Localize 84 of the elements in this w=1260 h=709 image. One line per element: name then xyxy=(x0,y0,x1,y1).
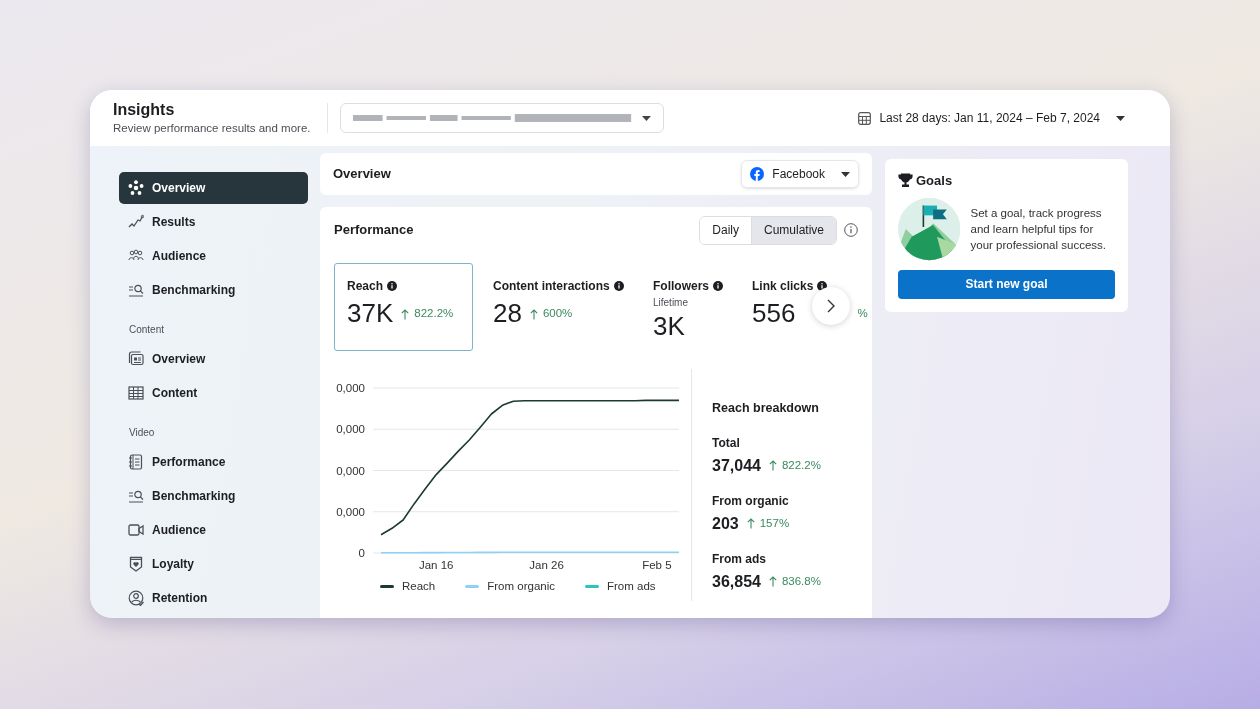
sidebar-item[interactable]: Loyalty xyxy=(119,548,308,580)
calendar-icon xyxy=(858,111,872,125)
breakdown-change: 836.8% xyxy=(781,574,821,590)
x-axis-label: Jan 16 xyxy=(418,559,454,571)
section-heading: Video xyxy=(129,426,156,440)
legend-label: Reach xyxy=(402,579,436,594)
sidebar-item[interactable]: Results xyxy=(119,206,308,238)
sidebar-item[interactable]: Content xyxy=(119,377,308,409)
metric-card[interactable]: Content interactions 28 600% xyxy=(492,263,652,351)
goals-description: Set a goal, track progress and learn helpful tips for your professional success. xyxy=(970,205,1107,253)
caret-icon xyxy=(841,171,850,177)
caret-icon xyxy=(642,115,651,121)
sidebar-item[interactable]: Performance xyxy=(119,446,308,478)
sidebar-item[interactable]: Overview xyxy=(119,343,308,375)
info-icon xyxy=(613,281,624,291)
shield-heart-icon xyxy=(128,556,144,572)
legend-label: From ads xyxy=(607,579,656,594)
info-icon xyxy=(713,281,723,291)
chevron-right-icon xyxy=(827,299,835,313)
y-axis-label: 0,000 xyxy=(336,505,365,518)
panel-title: Overview xyxy=(333,165,391,184)
metric-label: Link clicks xyxy=(752,278,814,295)
platform-dropdown[interactable]: Facebook xyxy=(741,160,859,188)
breakdown-label: From organic xyxy=(712,492,790,510)
card-title: Goals xyxy=(916,172,953,190)
breakdown-value: 37,044 xyxy=(712,455,761,476)
cards-icon xyxy=(128,351,144,367)
up-arrow-icon xyxy=(768,460,777,472)
y-axis-label: 0 xyxy=(358,547,365,559)
info-icon xyxy=(387,281,398,291)
sidebar-item[interactable]: Audience xyxy=(119,240,308,272)
y-axis-label: 0,000 xyxy=(336,423,365,436)
metric-value: 37K xyxy=(347,297,394,330)
x-axis-label: Feb 5 xyxy=(642,559,672,571)
y-axis-label: 0,000 xyxy=(336,464,365,477)
metric-change: 600% xyxy=(542,306,573,322)
next-button[interactable] xyxy=(812,287,850,325)
trophy-icon xyxy=(898,173,913,189)
page-subtitle: Review performance results and more. xyxy=(113,121,312,136)
user-check-icon xyxy=(128,590,144,606)
metric-value: 28 xyxy=(493,297,522,330)
breakdown-value: 203 xyxy=(712,513,739,534)
metric-label: Followers xyxy=(653,278,709,295)
sidebar-item[interactable]: Retention xyxy=(119,582,308,614)
metric-value: 3K xyxy=(653,310,685,343)
metric-change: 822.2% xyxy=(414,306,454,322)
section-heading: Content xyxy=(129,323,166,337)
table-icon xyxy=(128,385,144,401)
caret-icon xyxy=(1116,115,1125,121)
up-arrow-icon xyxy=(746,518,755,530)
breakdown-value: 36,854 xyxy=(712,571,761,592)
sidebar-item[interactable]: Benchmarking xyxy=(119,274,308,306)
sidebar-item[interactable]: Overview xyxy=(119,172,308,204)
metric-card[interactable]: Followers Lifetime 3K xyxy=(652,263,751,351)
breakdown-title: Reach breakdown xyxy=(712,400,820,417)
breakdown-change: 822.2% xyxy=(781,458,821,474)
video-camera-icon xyxy=(128,522,144,538)
notebook-icon xyxy=(128,454,144,470)
list-search-icon xyxy=(128,282,144,298)
breakdown-label: From ads xyxy=(712,550,767,568)
x-axis-label: Jan 26 xyxy=(529,559,564,571)
list-search-icon xyxy=(128,488,144,504)
sidebar-item[interactable]: Benchmarking xyxy=(119,480,308,512)
metric-card[interactable]: Reach 37K 822.2% xyxy=(334,263,473,351)
line-graph-icon xyxy=(128,214,144,230)
y-axis-label: 0,000 xyxy=(336,382,365,394)
breakdown-label: Total xyxy=(712,434,741,452)
metric-label: Reach xyxy=(347,278,384,295)
sidebar-item[interactable]: Audience xyxy=(119,514,308,546)
date-range-dropdown[interactable]: Last 28 days: Jan 11, 2024 – Feb 7, 2024 xyxy=(858,109,1125,127)
legend-label: From organic xyxy=(487,579,555,594)
view-mode-tab[interactable]: Cumulative xyxy=(750,216,836,244)
start-goal-button[interactable]: Start new goal xyxy=(898,269,1115,299)
page-title: Insights xyxy=(113,100,176,120)
hub-icon xyxy=(128,180,144,196)
metric-value: 556 xyxy=(752,297,796,330)
up-arrow-icon xyxy=(768,576,777,588)
info-icon xyxy=(844,223,858,237)
metric-label: Content interactions xyxy=(493,278,610,295)
breakdown-change: 157% xyxy=(759,516,790,532)
facebook-icon xyxy=(750,167,765,181)
panel-title: Performance xyxy=(334,221,414,240)
metric-change: % xyxy=(857,306,868,322)
metric-sublabel: Lifetime xyxy=(653,297,689,309)
